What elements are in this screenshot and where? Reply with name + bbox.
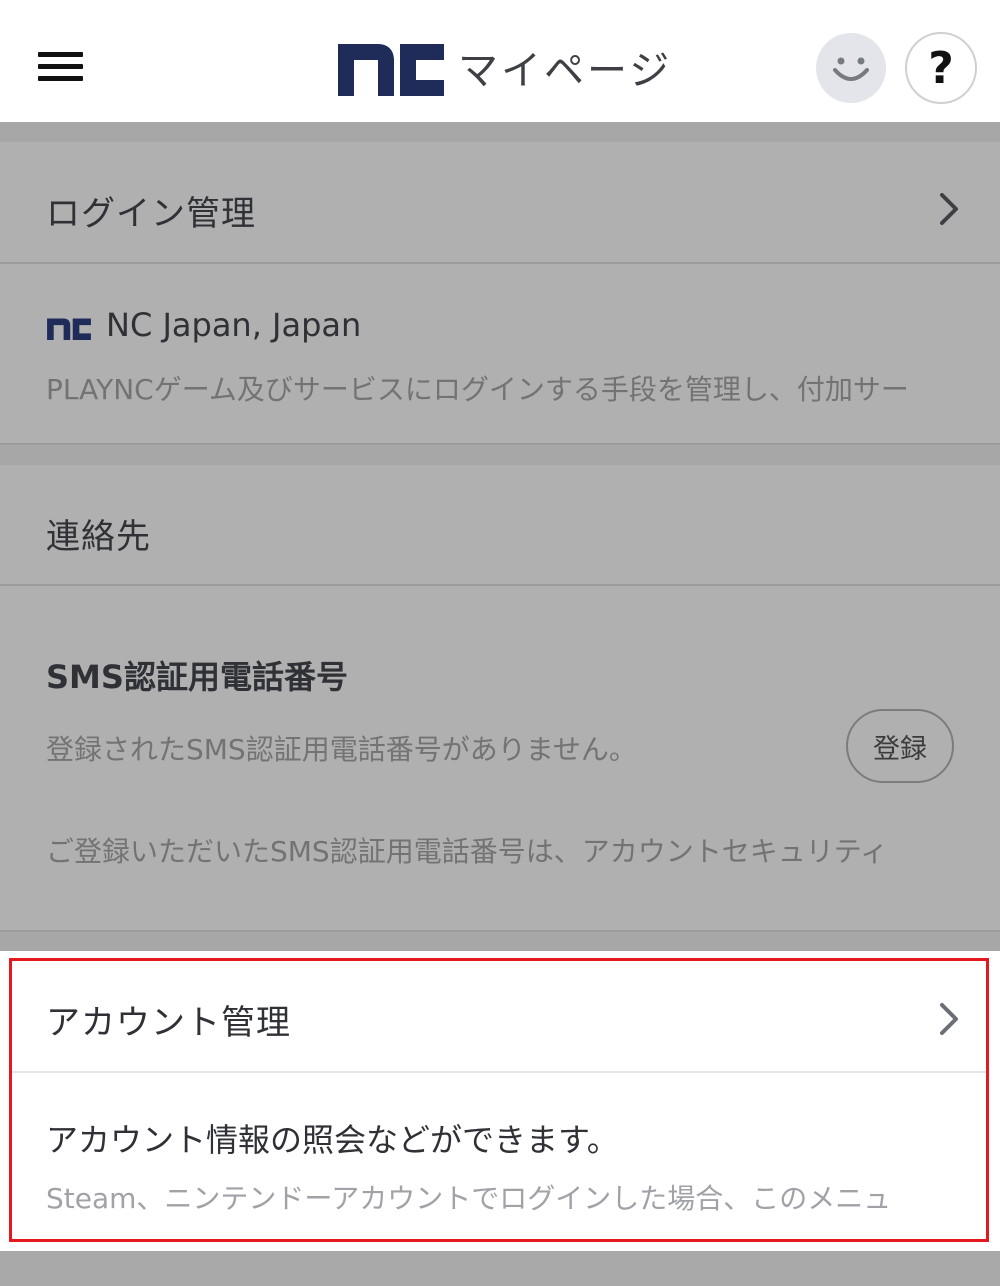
smiley-face-icon [833, 57, 869, 81]
chevron-right-icon [940, 1003, 958, 1035]
brand: マイページ [338, 38, 672, 96]
hamburger-menu-icon[interactable] [38, 48, 84, 84]
sms-title: SMS認証用電話番号 [46, 658, 348, 696]
help-icon: ? [928, 42, 954, 94]
section-gap [0, 445, 1000, 465]
account-note: Steam、ニンテンドーアカウントでログインした場合、このメニュ [46, 1182, 892, 1215]
register-button[interactable]: 登録 [846, 709, 954, 783]
help-button[interactable]: ? [905, 32, 977, 104]
divider [12, 1071, 988, 1073]
login-section-header[interactable]: ログイン管理 [0, 142, 1000, 263]
contact-section-header: 連絡先 [0, 465, 1000, 584]
section-gap [0, 932, 1000, 951]
sms-note: ご登録いただいたSMS認証用電話番号は、アカウントセキュリティ [46, 835, 889, 868]
login-description: PLAYNCゲーム及びサービスにログインする手段を管理し、付加サー [46, 373, 909, 406]
login-account-item: NC Japan, Japan PLAYNCゲーム及びサービスにログインする手段… [0, 264, 1000, 444]
section-gap [0, 122, 1000, 142]
account-section-header[interactable]: アカウント管理 [0, 951, 1000, 1071]
account-name: NC Japan, Japan [106, 306, 362, 344]
app-header: マイページ ? [0, 0, 1000, 122]
page-title: マイページ [458, 48, 673, 94]
avatar-button[interactable] [816, 33, 886, 103]
account-subtitle: アカウント情報の照会などができます。 [46, 1121, 619, 1159]
nc-logo-icon [338, 44, 444, 96]
login-section-title: ログイン管理 [46, 194, 256, 234]
my-page: マイページ ? ログイン管理 NC Japan, Japan PLAYNCゲーム… [0, 0, 1000, 1286]
nc-small-logo-icon [47, 318, 91, 340]
chevron-right-icon [940, 193, 958, 225]
account-section-title: アカウント管理 [46, 1003, 291, 1043]
contact-section-title: 連絡先 [46, 517, 151, 557]
account-section: アカウント管理 アカウント情報の照会などができます。 Steam、ニンテンドーア… [0, 951, 1000, 1251]
sms-status: 登録されたSMS認証用電話番号がありません。 [46, 733, 637, 766]
bottom-strip [0, 1251, 1000, 1286]
